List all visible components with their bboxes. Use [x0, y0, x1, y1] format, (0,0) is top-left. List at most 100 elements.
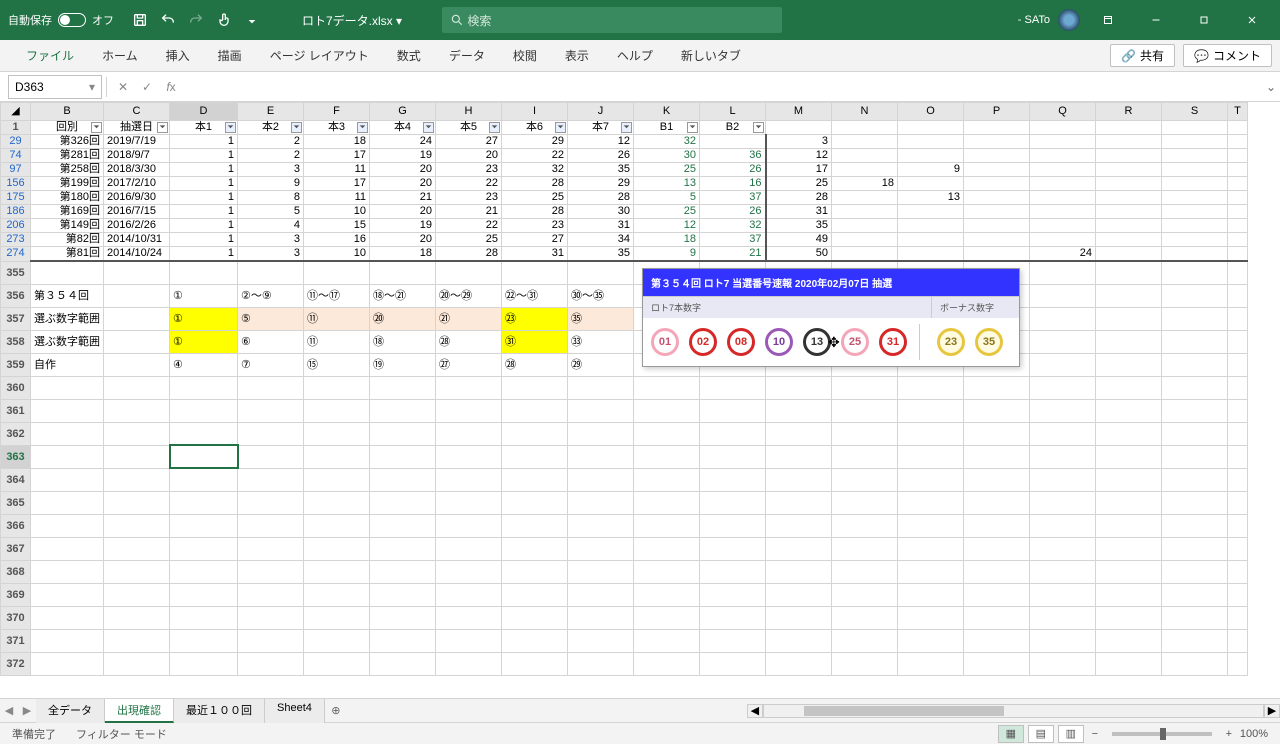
cell[interactable] — [634, 652, 700, 675]
cell[interactable] — [1030, 233, 1096, 247]
cell[interactable] — [1162, 353, 1228, 376]
fx-icon[interactable]: fx — [159, 80, 183, 94]
cell[interactable] — [31, 583, 104, 606]
cell[interactable]: ㉟ — [568, 307, 634, 330]
cell[interactable] — [1030, 261, 1096, 284]
cell[interactable] — [436, 514, 502, 537]
cell[interactable] — [832, 149, 898, 163]
cell[interactable] — [766, 491, 832, 514]
cell[interactable]: ⑲ — [370, 353, 436, 376]
cell[interactable] — [898, 247, 964, 262]
cell[interactable] — [964, 629, 1030, 652]
cell[interactable] — [370, 376, 436, 399]
row-header[interactable]: 368 — [1, 560, 31, 583]
expand-formula-icon[interactable]: ⌄ — [1262, 80, 1280, 94]
cell[interactable]: 25 — [436, 233, 502, 247]
cell[interactable]: 15 — [304, 219, 370, 233]
cell[interactable] — [898, 205, 964, 219]
row-header[interactable]: 366 — [1, 514, 31, 537]
cell[interactable]: ⑱～㉑ — [370, 284, 436, 307]
row-header[interactable]: 29 — [1, 135, 31, 149]
cell[interactable] — [1162, 652, 1228, 675]
filter-button[interactable] — [225, 122, 236, 133]
cell[interactable]: 1 — [170, 191, 238, 205]
cell[interactable] — [1162, 560, 1228, 583]
cell[interactable]: 3 — [238, 233, 304, 247]
cell[interactable] — [568, 537, 634, 560]
cell[interactable] — [964, 468, 1030, 491]
header-cell[interactable]: 回別 — [31, 121, 104, 135]
cell[interactable] — [304, 560, 370, 583]
select-all-corner[interactable]: ◢ — [1, 103, 31, 121]
cell[interactable] — [1030, 583, 1096, 606]
cell[interactable] — [1096, 376, 1162, 399]
cell[interactable]: 25 — [766, 177, 832, 191]
cell[interactable]: ⑦ — [238, 353, 304, 376]
cell[interactable]: 24 — [370, 135, 436, 149]
cell[interactable] — [766, 468, 832, 491]
cell[interactable] — [104, 491, 170, 514]
cell[interactable] — [104, 422, 170, 445]
cell[interactable] — [170, 422, 238, 445]
cell[interactable] — [1228, 353, 1248, 376]
header-cell[interactable]: 本7 — [568, 121, 634, 135]
cell[interactable]: 9 — [238, 177, 304, 191]
cell[interactable] — [832, 652, 898, 675]
cell[interactable]: ⑳ — [370, 307, 436, 330]
cell[interactable] — [1162, 399, 1228, 422]
cell[interactable] — [1162, 629, 1228, 652]
cell[interactable] — [1162, 247, 1228, 262]
cell[interactable] — [898, 537, 964, 560]
cell[interactable] — [1228, 163, 1248, 177]
cell[interactable]: 4 — [238, 219, 304, 233]
cell[interactable]: 30 — [634, 149, 700, 163]
cell[interactable] — [502, 491, 568, 514]
cell[interactable] — [964, 177, 1030, 191]
cell[interactable] — [568, 376, 634, 399]
cell[interactable]: 30 — [568, 205, 634, 219]
cell[interactable] — [700, 445, 766, 468]
cell[interactable] — [964, 606, 1030, 629]
row-header[interactable]: 274 — [1, 247, 31, 262]
cell[interactable] — [170, 583, 238, 606]
cell[interactable] — [31, 376, 104, 399]
cell[interactable]: 32 — [700, 219, 766, 233]
cell[interactable]: 11 — [304, 191, 370, 205]
cell[interactable] — [832, 121, 898, 135]
cell[interactable] — [170, 560, 238, 583]
cell[interactable] — [1228, 537, 1248, 560]
cell[interactable]: 29 — [568, 177, 634, 191]
cell[interactable] — [1030, 191, 1096, 205]
cell[interactable] — [1162, 121, 1228, 135]
cell[interactable] — [436, 422, 502, 445]
cell[interactable]: 35 — [568, 247, 634, 262]
cell[interactable]: 19 — [370, 219, 436, 233]
cell[interactable] — [170, 261, 238, 284]
cell[interactable] — [170, 629, 238, 652]
cell[interactable] — [568, 514, 634, 537]
cell[interactable] — [1030, 652, 1096, 675]
cell[interactable]: 11 — [304, 163, 370, 177]
cell[interactable]: 13 — [898, 191, 964, 205]
cell[interactable]: 25 — [502, 191, 568, 205]
cell[interactable] — [1096, 583, 1162, 606]
user-name[interactable]: - SATo — [1018, 14, 1050, 26]
cell[interactable] — [700, 135, 766, 149]
cell[interactable]: ㉑ — [436, 307, 502, 330]
cell[interactable]: 2 — [238, 149, 304, 163]
hscroll-right[interactable]: ▶ — [1264, 704, 1280, 718]
cell[interactable] — [238, 537, 304, 560]
cell[interactable]: 20 — [370, 163, 436, 177]
filter-button[interactable] — [555, 122, 566, 133]
hscroll-thumb[interactable] — [804, 706, 1004, 716]
cell[interactable] — [568, 445, 634, 468]
filter-button[interactable] — [91, 122, 102, 133]
cell[interactable] — [832, 376, 898, 399]
cell[interactable] — [238, 629, 304, 652]
cell[interactable]: 28 — [568, 191, 634, 205]
row-header[interactable]: 358 — [1, 330, 31, 353]
cancel-formula-icon[interactable]: ✕ — [111, 80, 135, 94]
formula-input[interactable] — [183, 75, 1262, 99]
cell[interactable] — [1096, 177, 1162, 191]
cell[interactable] — [832, 163, 898, 177]
